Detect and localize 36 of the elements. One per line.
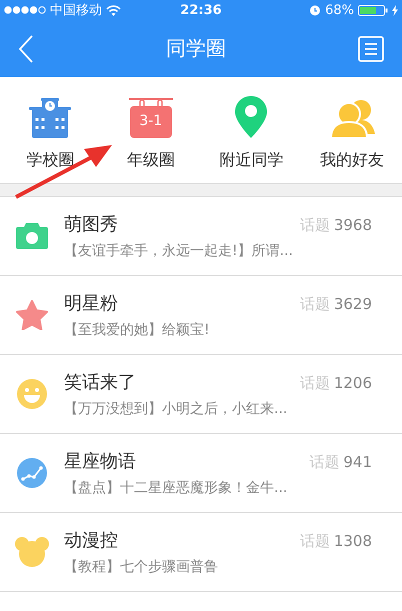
topic-count: 941: [343, 453, 372, 471]
nav-title: 同学圈: [166, 35, 226, 62]
school-building-icon: [27, 98, 74, 138]
topic-summary: 【教程】七个步骤画普鲁: [64, 558, 219, 576]
topic-title: 萌图秀: [64, 213, 118, 236]
topic-title: 明星粉: [64, 292, 118, 315]
camera-icon: [16, 223, 48, 249]
topic-title: 动漫控: [64, 529, 118, 552]
star-icon: [16, 300, 48, 330]
menu-button[interactable]: [358, 36, 384, 62]
back-button[interactable]: [18, 34, 34, 62]
topic-summary: 【友谊手牵手，永远一起走!】所谓...: [64, 242, 294, 260]
topic-count: 1308: [334, 532, 372, 550]
signal-icon: [4, 6, 46, 14]
battery-percentage: 68%: [325, 2, 354, 18]
battery-icon: [358, 4, 388, 16]
smiley-icon: [17, 379, 47, 409]
category-button[interactable]: 3-1 年级圈: [100, 77, 201, 183]
topic-summary: 【万万没想到】小明之后，小红来...: [64, 400, 288, 418]
wifi-icon: [106, 4, 121, 16]
line-chart-icon: [17, 458, 47, 488]
carrier-name: 中国移动: [50, 2, 102, 19]
alarm-clock-icon: [309, 4, 322, 16]
topic-count: 3968: [334, 216, 372, 234]
topic-count: 1206: [334, 374, 372, 392]
topic-title: 星座物语: [64, 450, 136, 473]
status-time: 22:36: [180, 2, 222, 18]
category-button[interactable]: 我的好友: [302, 77, 402, 183]
category-button[interactable]: 附近同学: [201, 77, 302, 183]
topic-count: 3629: [334, 295, 372, 313]
topic-summary: 【至我爱的她】给颖宝!: [64, 321, 211, 339]
topic-summary: 【盘点】十二星座恶魔形象！金牛...: [64, 479, 288, 497]
bear-head-icon: [15, 536, 49, 568]
topic-title: 笑话来了: [64, 371, 136, 394]
location-pin-icon: [235, 96, 268, 138]
charging-bolt-icon: [392, 4, 398, 16]
